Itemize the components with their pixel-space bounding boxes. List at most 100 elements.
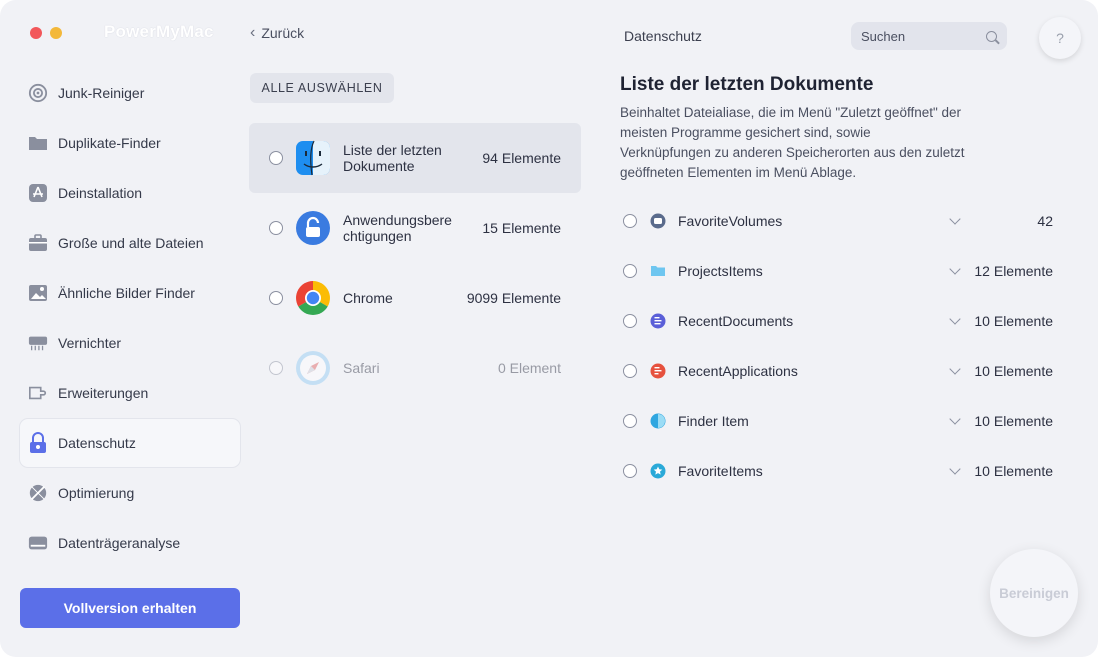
select-all-button[interactable]: ALLE AUSWÄHLEN	[250, 73, 394, 103]
detail-list: FavoriteVolumes 42 ProjectsItems 12 Elem…	[623, 196, 1053, 496]
row-name: Finder Item	[678, 413, 749, 429]
row-count: 10 Elemente	[974, 363, 1053, 379]
chevron-down-icon[interactable]	[949, 213, 961, 225]
detail-row[interactable]: RecentDocuments 10 Elemente	[623, 296, 1053, 346]
sidebar: Junk-Reiniger Duplikate-Finder Deinstall…	[20, 68, 240, 568]
list-item[interactable]: Anwendungsbere chtigungen 15 Elemente	[249, 193, 581, 263]
row-count: 10 Elemente	[974, 413, 1053, 429]
briefcase-icon	[28, 233, 48, 253]
sidebar-item-label: Deinstallation	[58, 185, 143, 201]
row-name: FavoriteItems	[678, 463, 763, 479]
list-item[interactable]: Safari 0 Element	[249, 333, 581, 403]
sidebar-item-label: Erweiterungen	[58, 385, 149, 401]
item-count: 15 Elemente	[482, 220, 561, 236]
row-checkbox[interactable]	[623, 314, 637, 328]
item-checkbox[interactable]	[269, 361, 283, 375]
search-box[interactable]	[851, 22, 1007, 50]
row-checkbox[interactable]	[623, 214, 637, 228]
list-item[interactable]: Chrome 9099 Elemente	[249, 263, 581, 333]
help-button[interactable]: ?	[1039, 17, 1081, 59]
row-name: FavoriteVolumes	[678, 213, 783, 229]
image-icon	[28, 283, 48, 303]
detail-description: Beinhaltet Dateialiase, die im Menü "Zul…	[620, 105, 965, 180]
row-checkbox[interactable]	[623, 464, 637, 478]
search-input[interactable]	[861, 28, 971, 44]
sidebar-item-label: Datenträgeranalyse	[58, 535, 181, 551]
chevron-down-icon[interactable]	[949, 413, 961, 425]
section-title: Datenschutz	[624, 28, 702, 44]
close-window-button[interactable]	[30, 27, 42, 39]
detail-row[interactable]: FavoriteItems 10 Elemente	[623, 446, 1053, 496]
chevron-left-icon: ‹	[250, 24, 256, 41]
item-name: Liste der letzten Dokumente	[343, 142, 442, 174]
appstore-icon	[28, 183, 48, 203]
row-name: ProjectsItems	[678, 263, 763, 279]
chevron-down-icon[interactable]	[949, 363, 961, 375]
chevron-down-icon[interactable]	[949, 263, 961, 275]
sidebar-item-duplicate-finder[interactable]: Duplikate-Finder	[20, 118, 240, 168]
category-list: Liste der letzten Dokumente 94 Elemente …	[249, 123, 581, 403]
item-checkbox[interactable]	[269, 221, 283, 235]
sidebar-item-extensions[interactable]: Erweiterungen	[20, 368, 240, 418]
item-checkbox[interactable]	[269, 151, 283, 165]
finder-item-icon	[650, 413, 666, 429]
chrome-icon	[295, 280, 331, 316]
back-button[interactable]: ‹ Zurück	[250, 24, 304, 42]
item-count: 9099 Elemente	[466, 290, 561, 306]
folder-icon	[650, 263, 666, 279]
item-name: Safari	[343, 360, 380, 376]
row-checkbox[interactable]	[623, 264, 637, 278]
detail-row[interactable]: RecentApplications 10 Elemente	[623, 346, 1053, 396]
sidebar-item-label: Duplikate-Finder	[58, 135, 161, 151]
row-count: 10 Elemente	[974, 313, 1053, 329]
row-name: RecentApplications	[678, 363, 798, 379]
sidebar-item-label: Datenschutz	[58, 435, 136, 451]
row-count: 10 Elemente	[974, 463, 1053, 479]
window-controls	[30, 27, 62, 39]
search-icon[interactable]	[986, 30, 997, 42]
chevron-down-icon[interactable]	[949, 313, 961, 325]
detail-row[interactable]: FavoriteVolumes 42	[623, 196, 1053, 246]
finder-icon	[295, 140, 331, 176]
row-checkbox[interactable]	[623, 364, 637, 378]
sidebar-item-label: Vernichter	[58, 335, 122, 351]
sidebar-item-junk-cleaner[interactable]: Junk-Reiniger	[20, 68, 240, 118]
row-name: RecentDocuments	[678, 313, 794, 329]
list-item[interactable]: Liste der letzten Dokumente 94 Elemente	[249, 123, 581, 193]
sidebar-item-disk-analyzer[interactable]: Datenträgeranalyse	[20, 518, 240, 568]
folder-icon	[28, 133, 48, 153]
sidebar-item-optimization[interactable]: Optimierung	[20, 468, 240, 518]
star-icon	[650, 463, 666, 479]
detail-row[interactable]: Finder Item 10 Elemente	[623, 396, 1053, 446]
shredder-icon	[28, 333, 48, 353]
app-brand: PowerMyMac	[104, 22, 214, 41]
disk-icon	[28, 533, 48, 553]
volume-icon	[650, 213, 666, 229]
upgrade-button[interactable]: Vollversion erhalten	[20, 588, 240, 628]
sidebar-item-large-old-files[interactable]: Große und alte Dateien	[20, 218, 240, 268]
sidebar-item-uninstaller[interactable]: Deinstallation	[20, 168, 240, 218]
document-icon	[650, 313, 666, 329]
application-icon	[650, 363, 666, 379]
sidebar-item-privacy[interactable]: Datenschutz	[20, 419, 240, 467]
row-count: 42	[1037, 213, 1053, 229]
permissions-lock-icon	[295, 210, 331, 246]
sidebar-item-shredder[interactable]: Vernichter	[20, 318, 240, 368]
plugin-icon	[28, 383, 48, 403]
detail-title: Liste der letzten Dokumente	[620, 74, 874, 95]
sidebar-item-label: Ähnliche Bilder Finder	[58, 285, 195, 301]
gear-icon	[28, 83, 48, 103]
row-checkbox[interactable]	[623, 414, 637, 428]
item-name: Chrome	[343, 290, 393, 306]
item-checkbox[interactable]	[269, 291, 283, 305]
minimize-window-button[interactable]	[50, 27, 62, 39]
clean-button[interactable]: Bereinigen	[990, 549, 1078, 637]
detail-row[interactable]: ProjectsItems 12 Elemente	[623, 246, 1053, 296]
safari-icon	[295, 350, 331, 386]
chevron-down-icon[interactable]	[949, 463, 961, 475]
sidebar-item-similar-images[interactable]: Ähnliche Bilder Finder	[20, 268, 240, 318]
sidebar-item-label: Junk-Reiniger	[58, 85, 145, 101]
app-window: PowerMyMac ‹ Zurück Datenschutz ? Junk-R…	[0, 0, 1098, 657]
item-count: 0 Element	[497, 360, 561, 376]
satellite-icon	[28, 483, 48, 503]
